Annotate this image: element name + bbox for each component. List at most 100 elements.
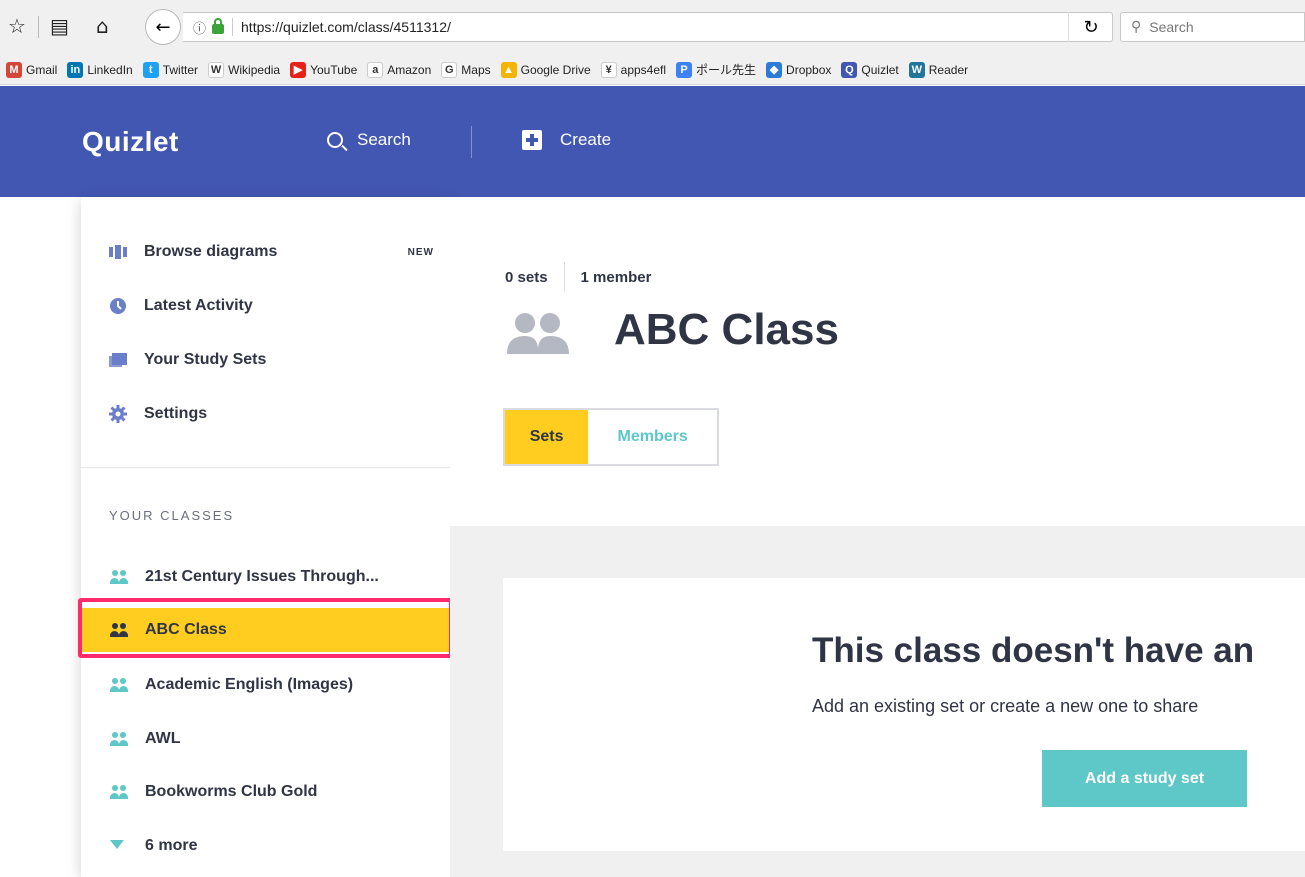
info-icon[interactable]: ⓘ bbox=[193, 18, 206, 37]
bookmark-label: Maps bbox=[461, 62, 491, 77]
gmail-icon: M bbox=[6, 61, 22, 78]
back-button[interactable]: ← bbox=[145, 9, 181, 45]
wordpress-icon: W bbox=[908, 61, 925, 78]
bookmark-label: Gmail bbox=[26, 62, 58, 77]
bookmark-label: ポール先生 bbox=[696, 63, 757, 77]
bookmark-label: LinkedIn bbox=[87, 62, 133, 77]
sidebar-item-settings[interactable]: Settings bbox=[81, 394, 450, 434]
tab-sets[interactable]: Sets bbox=[505, 410, 589, 464]
members-count: 1 member bbox=[580, 268, 652, 286]
back-arrow-icon: ← bbox=[155, 16, 171, 38]
site-header: Quizlet Search Create bbox=[0, 86, 1305, 197]
bookmark-label: apps4efl bbox=[620, 62, 667, 77]
header-divider bbox=[471, 126, 472, 158]
people-icon bbox=[109, 732, 129, 746]
header-search-label: Search bbox=[357, 130, 411, 149]
header-search-button[interactable]: Search bbox=[327, 130, 411, 150]
p-icon: P bbox=[676, 61, 693, 78]
clock-icon bbox=[109, 297, 127, 315]
browser-toolbar: ☆ ▤ ⌂ ← ⓘ https://quizlet.com/class/4511… bbox=[0, 0, 1305, 55]
bookmark-label: Wikipedia bbox=[228, 62, 281, 77]
reload-button[interactable]: ↻ bbox=[1068, 12, 1113, 42]
toolbar-divider bbox=[38, 16, 39, 38]
class-people-icon bbox=[505, 312, 571, 356]
chevron-down-icon bbox=[109, 837, 129, 855]
search-icon: ⚲ bbox=[1131, 19, 1142, 35]
quizlet-logo[interactable]: Quizlet bbox=[82, 126, 179, 158]
bookmark-maps[interactable]: G Maps bbox=[441, 61, 491, 78]
apps4efl-icon: ¥ bbox=[600, 61, 617, 78]
bookmark-label: Google Drive bbox=[520, 62, 591, 77]
more-label: 6 more bbox=[145, 837, 198, 854]
class-item-awl[interactable]: AWL bbox=[81, 717, 450, 761]
browser-search-field[interactable]: ⚲ Search bbox=[1120, 12, 1305, 42]
bookmark-ポール先生[interactable]: P ポール先生 bbox=[676, 61, 756, 78]
linkedin-icon: in bbox=[67, 61, 84, 78]
home-icon[interactable]: ⌂ bbox=[96, 14, 109, 38]
reader-view-icon[interactable]: ▤ bbox=[50, 14, 69, 38]
class-item-label: AWL bbox=[145, 730, 181, 747]
diagram-icon bbox=[109, 243, 127, 261]
class-item-label: Academic English (Images) bbox=[145, 676, 354, 693]
class-item-21st-century[interactable]: 21st Century Issues Through... bbox=[81, 555, 450, 599]
address-bar[interactable]: ⓘ https://quizlet.com/class/4511312/ bbox=[183, 12, 1113, 42]
reload-icon: ↻ bbox=[1083, 16, 1099, 38]
bookmark-label: Quizlet bbox=[861, 62, 899, 77]
twitter-icon: t bbox=[142, 61, 159, 78]
sidebar-item-label: Latest Activity bbox=[144, 297, 253, 314]
bookmark-label: Dropbox bbox=[786, 62, 832, 77]
bookmark-amazon[interactable]: a Amazon bbox=[367, 61, 432, 78]
wikipedia-icon: W bbox=[208, 61, 225, 78]
bookmark-reader[interactable]: W Reader bbox=[908, 61, 968, 78]
bookmark-star-icon[interactable]: ☆ bbox=[8, 14, 26, 38]
amazon-icon: a bbox=[367, 61, 384, 78]
sidebar-item-your-study-sets[interactable]: Your Study Sets bbox=[81, 340, 450, 380]
class-item-bookworms[interactable]: Bookworms Club Gold bbox=[81, 770, 450, 814]
bookmarks-bar: M Gmail in LinkedIn t Twitter W Wikipedia ▶ YouTu… bbox=[0, 55, 1305, 85]
tab-members[interactable]: Members bbox=[588, 410, 717, 464]
class-item-label: 21st Century Issues Through... bbox=[145, 568, 379, 585]
bookmark-quizlet[interactable]: Q Quizlet bbox=[841, 61, 899, 78]
new-badge: NEW bbox=[407, 246, 434, 258]
bookmark-dropbox[interactable]: ◆ Dropbox bbox=[766, 61, 832, 78]
class-item-label: Bookworms Club Gold bbox=[145, 783, 318, 800]
google-icon: G bbox=[441, 61, 458, 78]
bookmark-label: Amazon bbox=[387, 62, 432, 77]
bookmark-twitter[interactable]: t Twitter bbox=[142, 61, 198, 78]
people-icon bbox=[109, 570, 129, 584]
sidebar-item-latest-activity[interactable]: Latest Activity bbox=[81, 286, 450, 326]
plus-icon bbox=[522, 130, 542, 150]
empty-state-title: This class doesn't have an bbox=[812, 631, 1255, 670]
people-icon bbox=[109, 678, 129, 692]
bookmark-wikipedia[interactable]: W Wikipedia bbox=[208, 61, 281, 78]
quizlet-icon: Q bbox=[841, 61, 858, 78]
sidebar-item-browse-diagrams[interactable]: Browse diagrams NEW bbox=[81, 232, 450, 272]
url-text[interactable]: https://quizlet.com/class/4511312/ bbox=[241, 19, 451, 35]
people-icon bbox=[109, 785, 129, 799]
class-header-area bbox=[450, 197, 1305, 526]
create-button[interactable]: Create bbox=[522, 130, 611, 150]
lock-icon bbox=[212, 18, 225, 34]
bookmark-youtube[interactable]: ▶ YouTube bbox=[290, 61, 358, 78]
class-tabs: Sets Members bbox=[503, 408, 719, 466]
google-drive-icon: ▲ bbox=[500, 61, 517, 78]
show-more-classes[interactable]: 6 more bbox=[81, 824, 450, 868]
your-classes-heading: YOUR CLASSES bbox=[109, 508, 235, 523]
add-study-set-button[interactable]: Add a study set bbox=[1042, 750, 1247, 807]
class-item-academic-english[interactable]: Academic English (Images) bbox=[81, 663, 450, 707]
bookmark-linkedin[interactable]: in LinkedIn bbox=[67, 61, 133, 78]
search-icon bbox=[327, 132, 343, 148]
bookmark-apps4efl[interactable]: ¥ apps4efl bbox=[600, 61, 667, 78]
sidebar-divider bbox=[81, 467, 450, 468]
bookmark-label: YouTube bbox=[310, 62, 358, 77]
sidebar-item-label: Settings bbox=[144, 405, 208, 422]
bookmark-gmail[interactable]: M Gmail bbox=[6, 61, 58, 78]
meta-divider bbox=[563, 262, 565, 292]
create-label: Create bbox=[560, 130, 612, 149]
bookmark-google-drive[interactable]: ▲ Google Drive bbox=[500, 61, 591, 78]
browser-search-placeholder: Search bbox=[1149, 19, 1194, 35]
sidebar-item-label: Your Study Sets bbox=[144, 351, 267, 368]
gear-icon bbox=[109, 405, 127, 423]
youtube-icon: ▶ bbox=[290, 61, 307, 78]
class-meta: 0 sets 1 member bbox=[505, 262, 651, 292]
